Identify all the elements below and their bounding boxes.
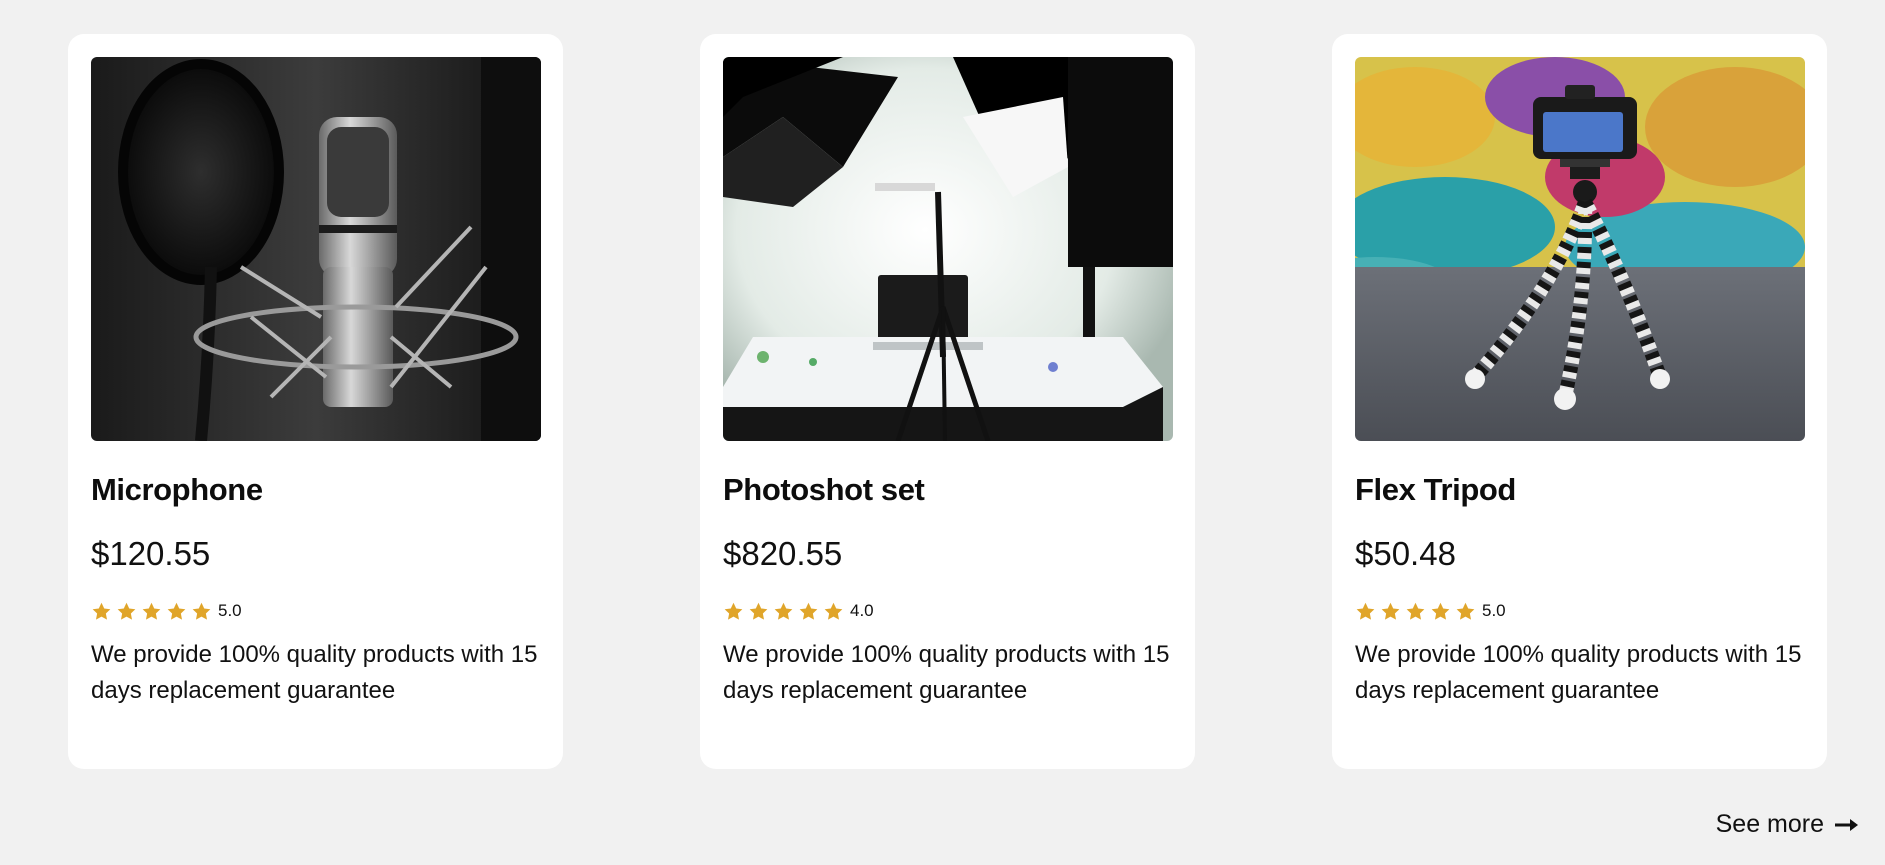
product-title[interactable]: Microphone: [91, 471, 541, 509]
product-grid: Microphone $120.55 5.0 We provide 100% q…: [68, 34, 1827, 769]
star-icon: [773, 601, 794, 622]
rating-value: 5.0: [218, 601, 242, 620]
star-icon: [1380, 601, 1401, 622]
product-description: We provide 100% quality products with 15…: [1355, 641, 1802, 704]
photo-studio-image[interactable]: [723, 57, 1173, 441]
star-icon: [141, 601, 162, 622]
product-price: $820.55: [723, 535, 843, 572]
product-rating: 5.0: [91, 599, 541, 623]
star-icon: [1355, 601, 1376, 622]
product-description: We provide 100% quality products with 15…: [723, 641, 1170, 704]
product-card-microphone[interactable]: Microphone $120.55 5.0 We provide 100% q…: [68, 34, 563, 769]
star-icon: [748, 601, 769, 622]
star-icon: [723, 601, 744, 622]
star-icon: [191, 601, 212, 622]
star-icon: [116, 601, 137, 622]
arrow-right-icon: [1834, 817, 1860, 833]
product-card-flex-tripod[interactable]: Flex Tripod $50.48 5.0 We provide 100% q…: [1332, 34, 1827, 769]
tripod-image[interactable]: [1355, 57, 1805, 441]
rating-value: 5.0: [1482, 601, 1506, 620]
product-description: We provide 100% quality products with 15…: [91, 641, 538, 704]
microphone-image[interactable]: [91, 57, 541, 441]
star-icon: [1430, 601, 1451, 622]
rating-value: 4.0: [850, 601, 874, 620]
product-title[interactable]: Photoshot set: [723, 471, 1173, 509]
product-price: $120.55: [91, 535, 211, 572]
product-rating: 4.0: [723, 599, 1173, 623]
star-icon: [166, 601, 187, 622]
product-rating: 5.0: [1355, 599, 1805, 623]
star-icon: [823, 601, 844, 622]
see-more-link[interactable]: See more: [1716, 810, 1860, 839]
product-title[interactable]: Flex Tripod: [1355, 471, 1805, 509]
star-icon: [1405, 601, 1426, 622]
star-icon: [91, 601, 112, 622]
star-icon: [1455, 601, 1476, 622]
product-card-photoshot-set[interactable]: Photoshot set $820.55 4.0 We provide 100…: [700, 34, 1195, 769]
see-more-label: See more: [1715, 810, 1824, 838]
product-price: $50.48: [1355, 535, 1456, 572]
star-icon: [798, 601, 819, 622]
